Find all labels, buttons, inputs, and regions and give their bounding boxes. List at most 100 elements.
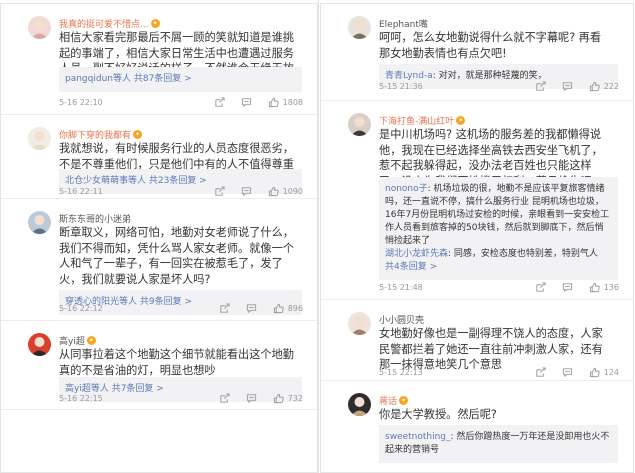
- share-button[interactable]: [535, 282, 546, 293]
- like-icon[interactable]: [589, 367, 600, 378]
- comment-button[interactable]: [562, 367, 573, 378]
- comment-author-name[interactable]: 高yi超: [59, 334, 85, 347]
- share-icon[interactable]: [214, 97, 225, 108]
- reply-user[interactable]: 青青Lynd-a: [385, 71, 433, 81]
- like-count: 124: [603, 368, 619, 377]
- comment-author[interactable]: 你脚下穿的我都有 ✦: [59, 128, 143, 141]
- like-count: 1808: [282, 98, 303, 107]
- share-button[interactable]: [214, 186, 225, 197]
- avatar[interactable]: [348, 393, 371, 416]
- like-icon[interactable]: [268, 186, 279, 197]
- comment-button[interactable]: [562, 81, 573, 92]
- like-button[interactable]: 896: [273, 303, 303, 314]
- comment-meta: 5-15 21:48 136: [379, 282, 619, 293]
- like-button[interactable]: 1090: [268, 186, 303, 197]
- like-button[interactable]: 732: [273, 393, 303, 404]
- like-icon[interactable]: [273, 393, 284, 404]
- comment-meta: 5-16 22:12 896: [59, 303, 303, 314]
- reply-text: : 同感，安检态度也特别差，特别气人: [448, 249, 598, 259]
- comment-button[interactable]: [246, 303, 257, 314]
- comment-author[interactable]: Elephant嘴: [379, 17, 428, 30]
- comment-button[interactable]: [246, 393, 257, 404]
- reply-more-link[interactable]: 共4条回复 >: [385, 261, 612, 274]
- like-button[interactable]: 124: [589, 367, 619, 378]
- comment-button[interactable]: [241, 186, 252, 197]
- comment-icon[interactable]: [562, 81, 573, 92]
- avatar[interactable]: [28, 333, 51, 356]
- comment-author[interactable]: 我真的挺可爱不惜点... ✦: [59, 17, 160, 30]
- comment-icon[interactable]: [241, 97, 252, 108]
- avatar[interactable]: [348, 16, 371, 39]
- comment-text: 从同事拉着这个地勤这个细节就能看出这个地勤真的不是省油的灯，明显也想吵: [59, 347, 295, 378]
- comment-icon[interactable]: [246, 393, 257, 404]
- avatar[interactable]: [348, 113, 371, 136]
- like-button[interactable]: 1808: [268, 97, 303, 108]
- reply-summary[interactable]: sweetnothing_: 然后你蹭热度一万年还是没卸用也火不起来的营销号: [379, 425, 618, 463]
- comment-item: 蒋话 ✦ 你是大学教授。然后呢? sweetnothing_: 然后你蹭热度一万年还是…: [321, 381, 633, 472]
- comment-icon[interactable]: [562, 282, 573, 293]
- share-icon[interactable]: [219, 303, 230, 314]
- share-icon[interactable]: [535, 282, 546, 293]
- avatar[interactable]: [28, 16, 51, 39]
- comment-meta: 5-15 21:36 222: [379, 81, 619, 92]
- comment-icon[interactable]: [246, 303, 257, 314]
- comment-author-name[interactable]: 下海打鱼-满山红叶: [379, 114, 454, 127]
- comment-author-name[interactable]: 蒋话: [379, 394, 397, 407]
- comment-author[interactable]: 蒋话 ✦: [379, 394, 409, 407]
- comment-author[interactable]: 下海打鱼-满山红叶 ✦: [379, 114, 466, 127]
- avatar[interactable]: [28, 127, 51, 150]
- left-comment-column: 我真的挺可爱不惜点... ✦ 相信大家看完那最后不屑一顾的笑就知道是谁挑起的事端了，…: [0, 3, 318, 473]
- avatar[interactable]: [28, 211, 51, 234]
- reply-summary-text[interactable]: pangqidun等人 共87条回复 >: [65, 74, 192, 84]
- share-button[interactable]: [535, 367, 546, 378]
- comment-author[interactable]: 斯东东哥的小迷弟: [59, 212, 131, 225]
- share-button[interactable]: [219, 303, 230, 314]
- comment-meta: 5-15 22:13 124: [379, 367, 619, 378]
- comment-time: 5-15 22:13: [379, 368, 423, 377]
- share-icon[interactable]: [535, 367, 546, 378]
- comment-text: 我就想说，有时候服务行业的人员态度很恶劣，不是不尊重他们，只是他们中有的人不值得…: [59, 141, 295, 172]
- comment-author-name[interactable]: 小小圆贝壳: [379, 313, 424, 326]
- like-count: 222: [603, 82, 619, 91]
- reply-user[interactable]: nonono子: [385, 184, 428, 194]
- reply-summary-text[interactable]: 北仓少女萌萌事等人 共23条回复 >: [65, 176, 207, 186]
- comment-author[interactable]: 高yi超 ✦: [59, 334, 96, 347]
- comment-button[interactable]: [241, 97, 252, 108]
- like-icon[interactable]: [273, 303, 284, 314]
- comment-item: 我真的挺可爱不惜点... ✦ 相信大家看完那最后不屑一顾的笑就知道是谁挑起的事端了，…: [1, 4, 317, 115]
- comment-icon[interactable]: [241, 186, 252, 197]
- like-icon[interactable]: [589, 282, 600, 293]
- comment-author-name[interactable]: Elephant嘴: [379, 17, 428, 30]
- comment-time: 5-16 22:11: [59, 187, 103, 196]
- comment-item: 你脚下穿的我都有 ✦ 我就想说，有时候服务行业的人员态度很恶劣，不是不尊重他们，只是…: [1, 115, 317, 199]
- like-button[interactable]: 136: [589, 282, 619, 293]
- vip-badge-icon: ✦: [456, 116, 466, 125]
- vip-badge-icon: ✦: [399, 396, 409, 405]
- comment-item: Elephant嘴 呵呵，怎么女地勤说得什么就不字幕呢? 再看那女地勤表情也有点欠…: [321, 4, 633, 101]
- reply-user[interactable]: sweetnothing_: [385, 432, 451, 442]
- share-button[interactable]: [535, 81, 546, 92]
- share-icon[interactable]: [535, 81, 546, 92]
- comment-author-name[interactable]: 你脚下穿的我都有: [59, 128, 131, 141]
- comment-icon[interactable]: [562, 367, 573, 378]
- comment-meta: 5-16 22:10 1808: [59, 97, 303, 108]
- comment-author-name[interactable]: 我真的挺可爱不惜点...: [59, 17, 149, 30]
- comment-author[interactable]: 小小圆贝壳: [379, 313, 424, 326]
- like-button[interactable]: 222: [589, 81, 619, 92]
- share-button[interactable]: [219, 393, 230, 404]
- reply-line: 湖北小龙虾先森: 同感，安检态度也特别差，特别气人: [385, 248, 612, 261]
- reply-user[interactable]: 湖北小龙虾先森: [385, 249, 448, 259]
- share-icon[interactable]: [219, 393, 230, 404]
- comment-text: 呵呵，怎么女地勤说得什么就不字幕呢? 再看那女地勤表情也有点欠吧!: [379, 30, 611, 61]
- share-icon[interactable]: [214, 186, 225, 197]
- like-icon[interactable]: [589, 81, 600, 92]
- comment-button[interactable]: [562, 282, 573, 293]
- reply-summary[interactable]: nonono子: 机场垃圾的很，地勤不是应该平复旅客情绪吗，还一直说不停，搞什么…: [379, 177, 618, 280]
- like-icon[interactable]: [268, 97, 279, 108]
- reply-summary[interactable]: pangqidun等人 共87条回复 >: [59, 67, 302, 92]
- comment-text-body: 女地勤好像也是一副得理不饶人的态度，人家民警都拦着了她还一直往前冲刺激人家，还有…: [379, 327, 603, 371]
- comment-author-name[interactable]: 斯东东哥的小迷弟: [59, 212, 131, 225]
- share-button[interactable]: [214, 97, 225, 108]
- comment-text-body: 从同事拉着这个地勤这个细节就能看出这个地勤真的不是省油的灯，明显也想吵: [59, 348, 294, 377]
- avatar[interactable]: [348, 312, 371, 335]
